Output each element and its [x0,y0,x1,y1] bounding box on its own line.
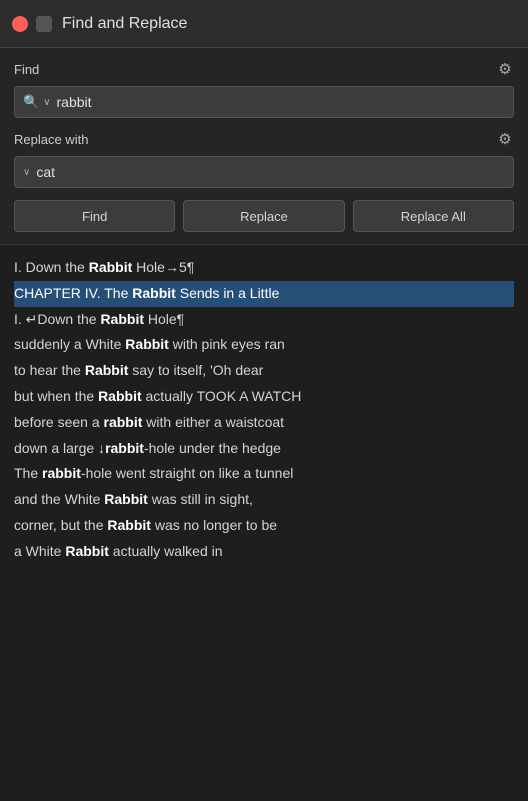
replace-label: Replace with [14,132,88,147]
replace-settings-icon[interactable]: ⚙ [496,130,514,148]
find-input-wrapper: 🔍 ∨ [14,86,514,118]
pause-button[interactable] [36,16,52,32]
result-line[interactable]: before seen a rabbit with either a waist… [14,410,514,436]
search-icon: 🔍 [23,94,39,110]
find-section-header: Find ⚙ [14,60,514,78]
results-list: I. Down the Rabbit Hole→5¶CHAPTER IV. Th… [0,245,528,801]
result-line[interactable]: but when the Rabbit actually TOOK A WATC… [14,384,514,410]
find-replace-panel: Find ⚙ 🔍 ∨ Replace with ⚙ ∨ Find Replace… [0,48,528,245]
replace-input-wrapper: ∨ [14,156,514,188]
replace-dropdown-arrow[interactable]: ∨ [23,167,30,178]
find-settings-icon[interactable]: ⚙ [496,60,514,78]
replace-all-button[interactable]: Replace All [353,200,514,232]
window-title: Find and Replace [62,15,187,33]
result-line[interactable]: a White Rabbit actually walked in [14,539,514,565]
find-input[interactable] [57,94,505,110]
titlebar: Find and Replace [0,0,528,48]
result-line[interactable]: and the White Rabbit was still in sight, [14,487,514,513]
result-line[interactable]: I. ↵Down the Rabbit Hole¶ [14,307,514,333]
find-label: Find [14,62,39,77]
replace-input[interactable] [36,164,505,180]
replace-button[interactable]: Replace [183,200,344,232]
result-line[interactable]: to hear the Rabbit say to itself, 'Oh de… [14,358,514,384]
titlebar-controls [12,16,52,32]
result-line[interactable]: corner, but the Rabbit was no longer to … [14,513,514,539]
result-line[interactable]: I. Down the Rabbit Hole→5¶ [14,255,514,281]
result-line[interactable]: suddenly a White Rabbit with pink eyes r… [14,332,514,358]
replace-section-header: Replace with ⚙ [14,130,514,148]
action-buttons: Find Replace Replace All [14,200,514,232]
find-dropdown-arrow[interactable]: ∨ [43,97,50,108]
close-button[interactable] [12,16,28,32]
result-line[interactable]: CHAPTER IV. The Rabbit Sends in a Little [14,281,514,307]
find-button[interactable]: Find [14,200,175,232]
result-line[interactable]: down a large ↓rabbit-hole under the hedg… [14,436,514,462]
result-line[interactable]: The rabbit-hole went straight on like a … [14,461,514,487]
